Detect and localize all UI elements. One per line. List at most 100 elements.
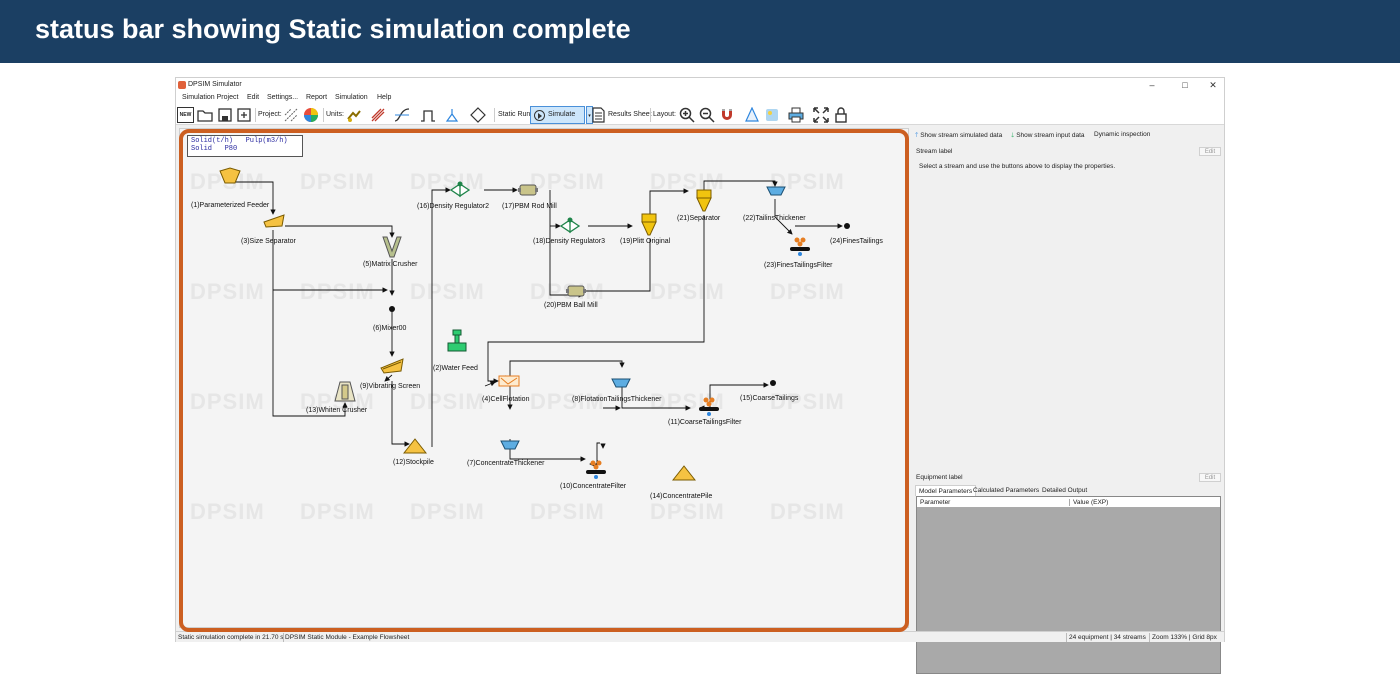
node-label[interactable]: (12)Stockpile	[393, 459, 434, 466]
equipment-edit-button[interactable]: Edit	[1199, 473, 1221, 482]
vibrating-screen-icon[interactable]	[380, 358, 404, 374]
density-units-icon[interactable]	[420, 107, 436, 123]
save-icon[interactable]	[217, 107, 233, 123]
cell-flotation-icon[interactable]	[498, 375, 520, 387]
mixer-icon[interactable]	[389, 306, 395, 312]
node-label[interactable]: (6)Mixer00	[373, 325, 406, 332]
fines-tailings-sink-icon[interactable]	[844, 223, 850, 229]
dynamic-inspection-button[interactable]: Dynamic inspection	[1094, 131, 1150, 138]
export-icon[interactable]	[236, 107, 252, 123]
menu-simulation-project[interactable]: Simulation Project	[182, 94, 238, 101]
node-label[interactable]: (8)FlotationTailingsThickener	[572, 396, 661, 403]
separator-hydrocyclone-icon[interactable]	[694, 189, 714, 215]
node-label[interactable]: (24)FinesTailings	[830, 238, 883, 245]
size-separator-icon[interactable]	[263, 214, 285, 228]
flotation-tailings-thickener-icon[interactable]	[611, 377, 631, 389]
fit-to-screen-icon[interactable]	[813, 107, 829, 123]
coarse-tailings-filter-icon[interactable]	[698, 395, 720, 417]
node-label[interactable]: (7)ConcentrateThickener	[467, 460, 544, 467]
menu-report[interactable]: Report	[306, 94, 327, 101]
tailings-thickener-icon[interactable]	[766, 185, 786, 197]
flask-units-icon[interactable]	[444, 107, 460, 123]
distribution-units-icon[interactable]	[394, 107, 410, 123]
pie-chart-icon[interactable]	[303, 107, 319, 123]
menu-edit[interactable]: Edit	[247, 94, 259, 101]
zoom-out-icon[interactable]	[699, 107, 715, 123]
node-label[interactable]: (20)PBM Ball Mill	[544, 302, 598, 309]
node-label[interactable]: (15)CoarseTailings	[740, 395, 798, 402]
stream-edit-button[interactable]: Edit	[1199, 147, 1221, 156]
menu-simulation[interactable]: Simulation	[335, 94, 368, 101]
show-simulated-data-button[interactable]: 🡑 Show stream simulated data	[915, 131, 1002, 142]
stockpile-icon[interactable]	[403, 438, 427, 454]
coarse-tailings-sink-icon[interactable]	[770, 380, 776, 386]
node-label[interactable]: (18)Density Regulator3	[533, 238, 605, 245]
node-label[interactable]: (9)Vibrating Screen	[360, 383, 420, 390]
flowsheet-canvas[interactable]: DPSIM DPSIM DPSIM DPSIM DPSIM DPSIM DPSI…	[179, 128, 909, 628]
show-input-data-button[interactable]: 🡓 Show stream input data	[1011, 131, 1085, 142]
node-label[interactable]: (13)Whiten Crusher	[306, 407, 367, 414]
node-label[interactable]: (5)Matrix Crusher	[363, 261, 417, 268]
node-label[interactable]: (23)FinesTailingsFilter	[764, 262, 832, 269]
node-label[interactable]: (2)Water Feed	[433, 365, 478, 372]
pbm-ball-mill-icon[interactable]	[565, 284, 587, 298]
menu-help[interactable]: Help	[377, 94, 391, 101]
tab-model-parameters[interactable]: Model Parameters	[915, 485, 977, 496]
node-label[interactable]: (19)Plitt Original	[620, 238, 670, 245]
static-run-label: Static Run	[498, 111, 531, 118]
node-label[interactable]: (21)Separator	[677, 215, 720, 222]
open-folder-icon[interactable]	[197, 107, 213, 123]
toolbar-separator	[323, 108, 324, 122]
print-icon[interactable]	[788, 107, 804, 123]
maximize-button[interactable]: □	[1175, 79, 1195, 91]
pbm-rod-mill-icon[interactable]	[517, 183, 539, 197]
close-button[interactable]: ✕	[1203, 79, 1223, 91]
node-label[interactable]: (3)Size Separator	[241, 238, 296, 245]
simulate-label: Simulate	[548, 111, 576, 118]
node-label[interactable]: (16)Density Regulator2	[417, 203, 489, 210]
parameterized-feeder-icon[interactable]	[219, 167, 241, 185]
column-header-value[interactable]: Value (EXP)	[1069, 499, 1108, 506]
menu-bar: Simulation Project Edit Settings... Repo…	[176, 92, 1224, 105]
diamond-icon[interactable]	[470, 107, 486, 123]
node-label[interactable]: (11)CoarseTailingsFilter	[668, 419, 741, 426]
new-project-button[interactable]: NEW	[177, 107, 194, 123]
results-sheet-icon[interactable]	[590, 107, 606, 123]
whiten-crusher-icon[interactable]	[334, 381, 356, 403]
node-label[interactable]: (17)PBM Rod Mill	[502, 203, 557, 210]
node-label[interactable]: (10)ConcentrateFilter	[560, 483, 626, 490]
magnet-icon[interactable]	[719, 107, 735, 123]
node-label[interactable]: (1)Parameterized Feeder	[191, 202, 269, 209]
water-feed-icon[interactable]	[447, 329, 467, 353]
menu-settings[interactable]: Settings...	[267, 94, 298, 101]
simulate-button[interactable]: Simulate	[530, 106, 585, 124]
node-label[interactable]: (14)ConcentratePile	[650, 493, 712, 500]
concentrate-filter-icon[interactable]	[585, 458, 607, 480]
size-units-icon[interactable]	[370, 107, 386, 123]
minimize-button[interactable]: –	[1142, 79, 1162, 91]
toolbar-separator	[650, 108, 651, 122]
concentrate-pile-icon[interactable]	[672, 465, 696, 481]
table-header: Parameter Value (EXP)	[917, 497, 1220, 508]
column-header-parameter[interactable]: Parameter	[920, 499, 950, 506]
lock-icon[interactable]	[833, 107, 849, 123]
flowsheet-grid-icon[interactable]	[283, 107, 299, 123]
align-icon[interactable]	[744, 107, 760, 123]
parameters-table[interactable]: Parameter Value (EXP)	[916, 496, 1221, 674]
window-title: DPSIM Simulator	[188, 81, 242, 88]
concentrate-thickener-icon[interactable]	[500, 439, 520, 451]
mass-units-icon[interactable]	[346, 107, 362, 123]
tab-calculated-parameters[interactable]: Calculated Parameters	[970, 485, 1042, 496]
matrix-crusher-icon[interactable]	[381, 235, 403, 259]
zoom-in-icon[interactable]	[679, 107, 695, 123]
node-label[interactable]: (22)TailinsThickener	[743, 215, 806, 222]
fines-tailings-filter-icon[interactable]	[789, 235, 811, 257]
results-sheet-button[interactable]: Results Sheet	[608, 111, 652, 118]
node-label[interactable]: (4)CellFlotation	[482, 396, 529, 403]
density-regulator3-icon[interactable]	[560, 217, 580, 235]
color-palette-icon[interactable]	[764, 107, 780, 123]
tab-detailed-output[interactable]: Detailed Output	[1039, 485, 1090, 496]
density-regulator2-icon[interactable]	[450, 181, 470, 199]
layout-label: Layout:	[653, 111, 676, 118]
plitt-hydrocyclone-icon[interactable]	[639, 213, 659, 239]
